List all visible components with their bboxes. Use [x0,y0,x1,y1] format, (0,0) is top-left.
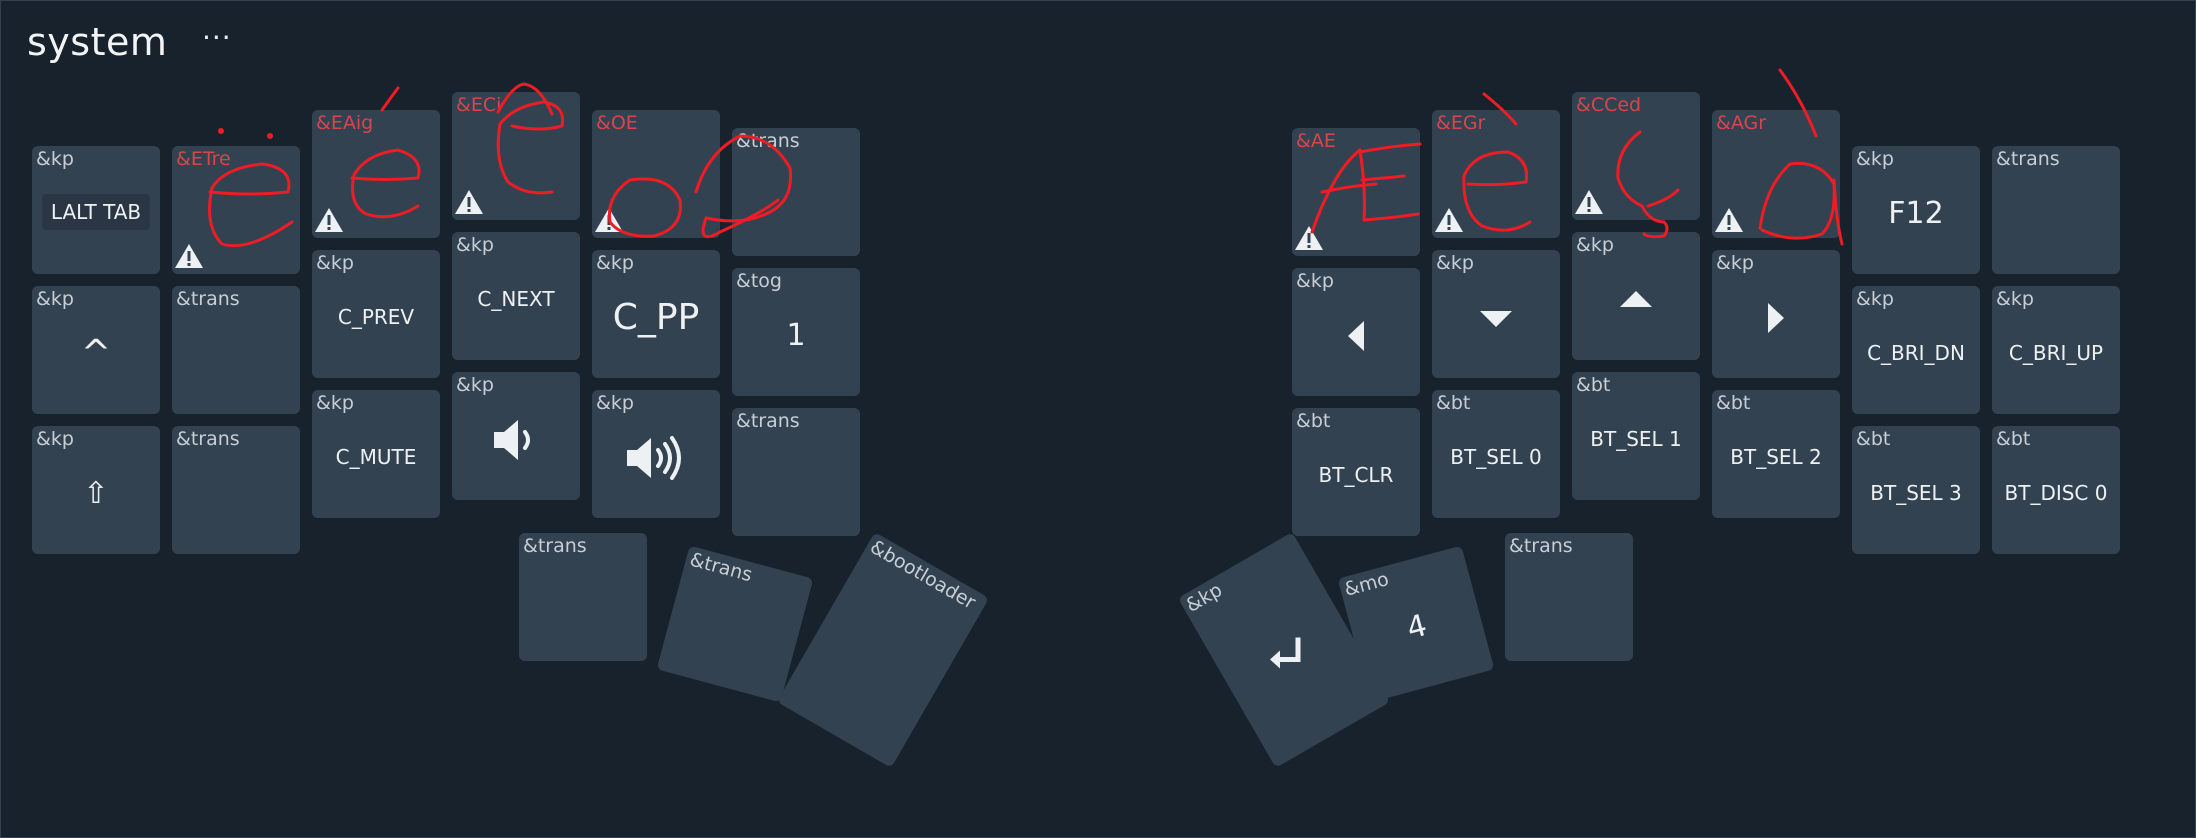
key-behavior: &bootloader [866,535,980,614]
key-left-r1-c1[interactable]: &kp LALT TAB [32,146,160,274]
key-behavior: &trans [736,410,800,432]
key-left-r1-c3[interactable]: &EAig [312,110,440,238]
key-param: C_PREV [337,305,415,329]
key-right-r3-c6[interactable]: &bt BT_DISC 0 [1992,426,2120,554]
key-param: F12 [1888,195,1944,231]
key-param: BT_DISC 0 [2004,481,2108,505]
key-right-thumb-3[interactable]: &trans [1505,533,1633,661]
warning-icon [175,244,203,268]
key-param: C_PP [612,296,700,338]
key-param: C_NEXT [477,287,555,311]
key-right-r1-c3[interactable]: &CCed [1572,92,1700,220]
volume-up-icon [627,436,681,480]
key-left-r2-c6[interactable]: &tog 1 [732,268,860,396]
key-left-r3-c3[interactable]: &kp C_MUTE [312,390,440,518]
key-left-r2-c2[interactable]: &trans [172,286,300,414]
key-left-r2-c5[interactable]: &kp C_PP [592,250,720,378]
key-behavior: &trans [176,428,240,450]
key-left-r3-c2[interactable]: &trans [172,426,300,554]
key-param: BT_SEL 2 [1730,445,1822,469]
key-param: BT_CLR [1318,463,1394,487]
key-right-r2-c5[interactable]: &kp C_BRI_DN [1852,286,1980,414]
key-param: C_BRI_UP [2008,341,2104,365]
warning-icon [1435,208,1463,232]
return-enter-icon [1270,637,1301,669]
key-left-r1-c6[interactable]: &trans [732,128,860,256]
key-left-r3-c4[interactable]: &kp [452,372,580,500]
key-param: ^ [80,332,112,374]
key-left-r3-c6[interactable]: &trans [732,408,860,536]
key-right-r1-c6[interactable]: &trans [1992,146,2120,274]
key-left-thumb-3[interactable]: &bootloader [776,532,990,768]
key-right-r3-c5[interactable]: &bt BT_SEL 3 [1852,426,1980,554]
warning-icon [1715,208,1743,232]
arrow-left-icon [1348,321,1364,351]
key-right-r2-c1[interactable]: &kp [1292,268,1420,396]
key-left-r2-c3[interactable]: &kp C_PREV [312,250,440,378]
key-right-r1-c2[interactable]: &EGr [1432,110,1560,238]
key-right-r1-c1[interactable]: &AE [1292,128,1420,256]
key-param: BT_SEL 3 [1870,481,1962,505]
key-right-r2-c2[interactable]: &kp [1432,250,1560,378]
key-left-r1-c2[interactable]: &ETre [172,146,300,274]
key-left-r3-c1[interactable]: &kp ⇧ [32,426,160,554]
layer-title: system [27,20,168,64]
key-behavior: &trans [176,288,240,310]
key-behavior: &CCed [1576,94,1642,116]
key-right-r2-c6[interactable]: &kp C_BRI_UP [1992,286,2120,414]
arrow-down-icon [1480,311,1512,327]
key-behavior: &trans [523,535,587,557]
warning-icon [455,190,483,214]
key-right-r3-c3[interactable]: &bt BT_SEL 1 [1572,372,1700,500]
key-behavior: &ETre [176,148,231,170]
key-behavior: &trans [1509,535,1573,557]
key-left-r2-c1[interactable]: &kp ^ [32,286,160,414]
key-behavior: &ECi [456,94,502,116]
key-param: BT_SEL 0 [1450,445,1542,469]
key-left-thumb-1[interactable]: &trans [519,533,647,661]
key-right-r3-c2[interactable]: &bt BT_SEL 0 [1432,390,1560,518]
key-left-r1-c4[interactable]: &ECi [452,92,580,220]
key-right-r1-c5[interactable]: &kp F12 [1852,146,1980,274]
key-right-r2-c3[interactable]: &kp [1572,232,1700,360]
arrow-up-icon [1620,291,1652,307]
key-left-r1-c5[interactable]: &OE [592,110,720,238]
key-behavior: &AE [1296,130,1336,152]
warning-icon [595,208,623,232]
key-behavior: &OE [596,112,638,134]
key-right-r1-c4[interactable]: &AGr [1712,110,1840,238]
key-param: C_MUTE [335,445,417,469]
key-behavior: &EAig [316,112,374,134]
warning-icon [1575,190,1603,214]
key-behavior: &trans [687,548,755,587]
key-right-r3-c4[interactable]: &bt BT_SEL 2 [1712,390,1840,518]
key-right-r3-c1[interactable]: &bt BT_CLR [1292,408,1420,536]
key-right-r2-c4[interactable]: &kp [1712,250,1840,378]
key-param: C_BRI_DN [1867,341,1965,365]
key-left-r3-c5[interactable]: &kp [592,390,720,518]
warning-icon [315,208,343,232]
key-param-combo: LALT TAB [42,194,150,230]
volume-down-icon [494,420,530,460]
key-behavior: &kp [36,148,74,170]
more-menu-icon[interactable]: ··· [202,24,232,52]
key-param: 1 [786,317,806,353]
key-behavior: &AGr [1716,112,1767,134]
key-behavior: &trans [736,130,800,152]
warning-icon [1295,226,1323,250]
key-behavior: &EGr [1436,112,1486,134]
key-param: ⇧ [83,475,109,511]
key-behavior: &trans [1996,148,2060,170]
arrow-right-icon [1768,303,1784,333]
key-param: BT_SEL 1 [1590,427,1682,451]
key-left-r2-c4[interactable]: &kp C_NEXT [452,232,580,360]
